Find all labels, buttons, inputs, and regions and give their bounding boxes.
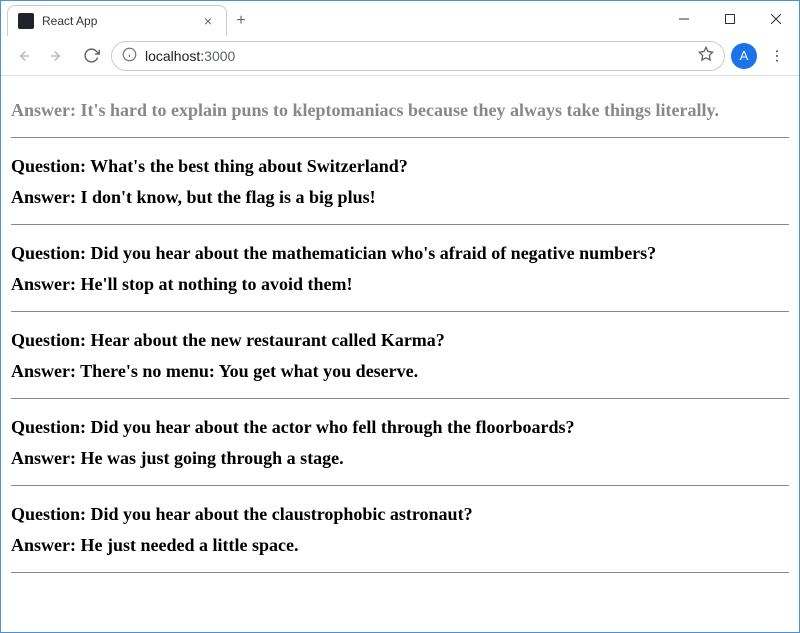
minimize-button[interactable] [661, 1, 707, 36]
joke-answer: Answer: He was just going through a stag… [11, 448, 789, 469]
joke-item: Question: Did you hear about the actor w… [11, 399, 789, 486]
url-host: localhost: [145, 48, 204, 64]
joke-answer: Answer: I don't know, but the flag is a … [11, 187, 789, 208]
joke-question: Question: Did you hear about the claustr… [11, 504, 789, 525]
browser-titlebar: React App × + [1, 1, 799, 36]
joke-item: Question: What's the best thing about Sw… [11, 138, 789, 225]
tab-title: React App [42, 14, 200, 28]
forward-button[interactable] [43, 42, 71, 70]
window-controls [661, 1, 799, 36]
page-viewport[interactable]: Answer: It's hard to explain puns to kle… [1, 76, 799, 632]
reload-button[interactable] [77, 42, 105, 70]
joke-item: Question: Hear about the new restaurant … [11, 312, 789, 399]
new-tab-button[interactable]: + [227, 5, 255, 36]
back-button[interactable] [9, 42, 37, 70]
avatar-letter: A [740, 48, 749, 63]
maximize-button[interactable] [707, 1, 753, 36]
joke-answer: Answer: He just needed a little space. [11, 535, 789, 556]
joke-answer: Answer: It's hard to explain puns to kle… [11, 100, 789, 121]
react-favicon-icon [18, 13, 34, 29]
joke-question: Question: What's the best thing about Sw… [11, 156, 789, 177]
site-info-icon[interactable] [122, 47, 137, 65]
joke-question: Question: Hear about the new restaurant … [11, 330, 789, 351]
joke-item: Question: Did you hear about the mathema… [11, 225, 789, 312]
browser-tab[interactable]: React App × [7, 5, 227, 36]
bookmark-star-icon[interactable] [698, 46, 714, 65]
close-window-button[interactable] [753, 1, 799, 36]
joke-item: Answer: It's hard to explain puns to kle… [11, 82, 789, 138]
joke-question: Question: Did you hear about the mathema… [11, 243, 789, 264]
browser-menu-button[interactable] [763, 48, 791, 64]
browser-toolbar: localhost:3000 A [1, 36, 799, 76]
joke-item: Question: Did you hear about the claustr… [11, 486, 789, 573]
joke-answer: Answer: He'll stop at nothing to avoid t… [11, 274, 789, 295]
joke-answer: Answer: There's no menu: You get what yo… [11, 361, 789, 382]
page-content: Answer: It's hard to explain puns to kle… [1, 76, 799, 579]
address-bar[interactable]: localhost:3000 [111, 41, 725, 71]
tab-close-icon[interactable]: × [200, 13, 216, 29]
profile-avatar[interactable]: A [731, 43, 757, 69]
url-text: localhost:3000 [145, 48, 690, 64]
url-port: 3000 [204, 48, 235, 64]
joke-question: Question: Did you hear about the actor w… [11, 417, 789, 438]
